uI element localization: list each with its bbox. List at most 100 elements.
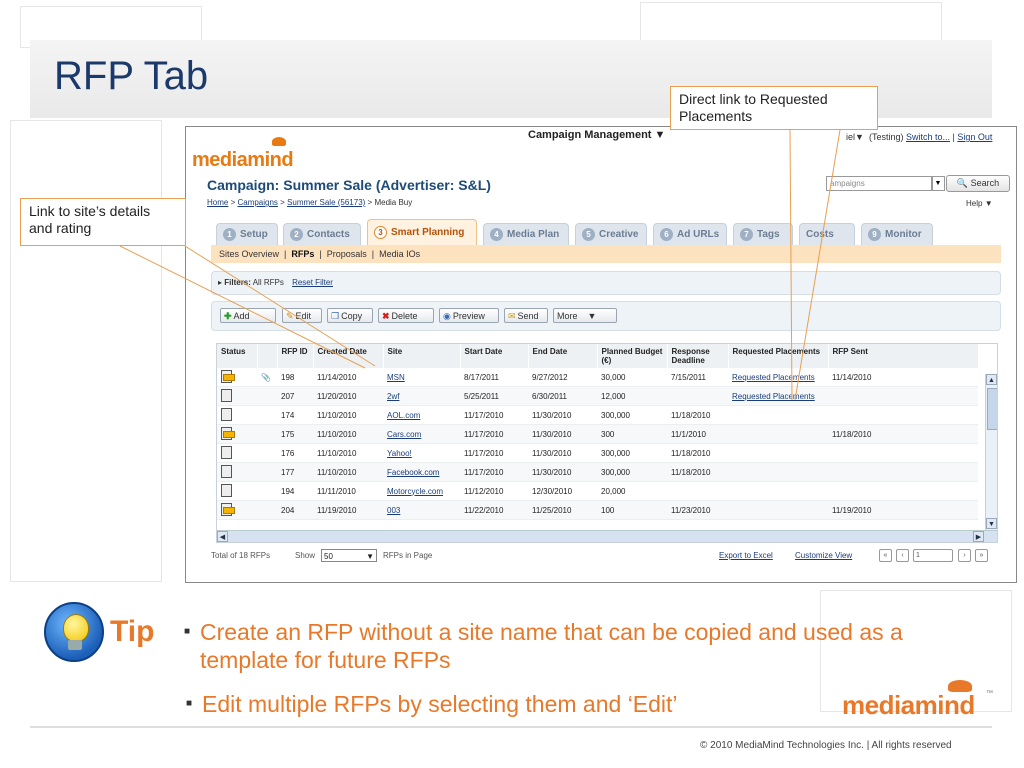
previous-page-icon[interactable]: ‹: [896, 549, 909, 562]
customize-view-link[interactable]: Customize View: [795, 545, 852, 567]
scroll-down-icon[interactable]: ▼: [986, 518, 997, 529]
breadcrumb-home[interactable]: Home: [207, 198, 228, 207]
add-button[interactable]: ✚ Add: [220, 308, 276, 323]
tip-label: Tip: [110, 615, 155, 648]
page-size-value: 50: [324, 552, 333, 561]
tip-bullet-text: Create an RFP without a site name that c…: [200, 619, 903, 673]
help-menu[interactable]: Help ▼: [966, 199, 993, 208]
site-link[interactable]: Yahoo!: [383, 443, 460, 463]
tab-setup[interactable]: 1 Setup: [216, 223, 278, 245]
site-link[interactable]: Facebook.com: [383, 462, 460, 482]
column-header-requested-placements[interactable]: Requested Placements: [728, 344, 829, 368]
next-page-icon[interactable]: ›: [958, 549, 971, 562]
site-link[interactable]: AOL.com: [383, 405, 460, 425]
requested-placements-link[interactable]: Requested Placements: [728, 386, 828, 406]
breadcrumb-campaigns[interactable]: Campaigns: [237, 198, 277, 207]
requested-placements-link[interactable]: [728, 405, 828, 425]
export-to-excel-link[interactable]: Export to Excel: [719, 545, 773, 567]
site-link[interactable]: 2wf: [383, 386, 460, 406]
column-header-start-date[interactable]: Start Date: [460, 344, 529, 368]
bullet-square-icon: ■: [184, 626, 191, 637]
subnav-media-ios[interactable]: Media IOs: [379, 249, 420, 259]
copy-button[interactable]: ❐ Copy: [327, 308, 373, 323]
send-button[interactable]: ✉ Send: [504, 308, 548, 323]
sub-navigation: Sites Overview | RFPs | Proposals | Medi…: [211, 245, 1001, 263]
subnav-proposals[interactable]: Proposals: [327, 249, 367, 259]
site-link[interactable]: 003: [383, 500, 460, 520]
table-row[interactable]: 📎 198 11/14/2010 MSN 8/17/2011 9/27/2012…: [217, 368, 978, 387]
requested-placements-link[interactable]: [728, 481, 828, 501]
column-header-planned-budget[interactable]: Planned Budget (€): [597, 344, 668, 368]
document-sent-icon: [221, 502, 235, 516]
column-header-response-deadline[interactable]: Response Deadline: [667, 344, 729, 368]
search-button[interactable]: 🔍 Search: [946, 175, 1010, 192]
requested-placements-link[interactable]: [728, 424, 828, 444]
scroll-thumb[interactable]: [987, 388, 997, 430]
end-date-cell: 12/30/2010: [528, 481, 597, 501]
document-icon: [221, 483, 232, 497]
send-label: Send: [517, 311, 539, 321]
tab-tags[interactable]: 7 Tags: [733, 223, 793, 245]
subnav-rfps[interactable]: RFPs: [291, 249, 314, 259]
delete-button[interactable]: ✖ Delete: [378, 308, 434, 323]
scroll-left-icon[interactable]: ◀: [217, 531, 228, 542]
tab-creative[interactable]: 5 Creative: [575, 223, 647, 245]
rfp-id-cell: 204: [277, 500, 313, 520]
requested-placements-link[interactable]: [728, 462, 828, 482]
tab-monitor[interactable]: 9 Monitor: [861, 223, 933, 245]
table-row[interactable]: 174 11/10/2010 AOL.com 11/17/2010 11/30/…: [217, 405, 978, 425]
column-header-end-date[interactable]: End Date: [528, 344, 598, 368]
column-header-site[interactable]: Site: [383, 344, 461, 368]
campaign-management-menu[interactable]: Campaign Management ▼: [528, 129, 665, 141]
preview-button[interactable]: ◉ Preview: [439, 308, 499, 323]
table-row[interactable]: 176 11/10/2010 Yahoo! 11/17/2010 11/30/2…: [217, 443, 978, 463]
start-date-cell: 8/17/2011: [460, 368, 528, 387]
column-header-created-date[interactable]: Created Date: [313, 344, 384, 368]
search-scope-dropdown[interactable]: ▼: [931, 176, 945, 191]
column-header-status[interactable]: Status: [217, 344, 258, 368]
column-header-rfp-id[interactable]: RFP ID: [277, 344, 314, 368]
tab-label: Monitor: [885, 229, 922, 240]
first-page-icon[interactable]: «: [879, 549, 892, 562]
table-row[interactable]: 207 11/20/2010 2wf 5/25/2011 6/30/2011 1…: [217, 386, 978, 406]
site-link[interactable]: MSN: [383, 368, 460, 387]
scroll-right-icon[interactable]: ▶: [973, 531, 984, 542]
created-date-cell: 11/10/2010: [313, 405, 383, 425]
tab-smart-planning[interactable]: 3 Smart Planning: [367, 219, 477, 245]
end-date-cell: 9/27/2012: [528, 368, 597, 387]
requested-placements-link[interactable]: Requested Placements: [728, 368, 828, 387]
tab-costs[interactable]: Costs: [799, 223, 855, 245]
page-size-select[interactable]: 50 ▼: [321, 549, 377, 562]
table-row[interactable]: 194 11/11/2010 Motorcycle.com 11/12/2010…: [217, 481, 978, 501]
delete-x-icon: ✖: [382, 311, 390, 321]
tab-ad-urls[interactable]: 6 Ad URLs: [653, 223, 727, 245]
table-row[interactable]: 204 11/19/2010 003 11/22/2010 11/25/2010…: [217, 500, 978, 520]
breadcrumb-campaign[interactable]: Summer Sale (56173): [287, 198, 365, 207]
vertical-scrollbar[interactable]: ▲ ▼: [985, 374, 997, 530]
attachment-cell: [257, 386, 277, 406]
edit-button[interactable]: ✎ Edit: [282, 308, 322, 323]
column-header-rfp-sent[interactable]: RFP Sent: [828, 344, 979, 368]
subnav-sites-overview[interactable]: Sites Overview: [219, 249, 279, 259]
table-row[interactable]: 175 11/10/2010 Cars.com 11/17/2010 11/30…: [217, 424, 978, 444]
scroll-up-icon[interactable]: ▲: [986, 374, 997, 385]
switch-to-link[interactable]: Switch to...: [906, 132, 950, 142]
horizontal-scrollbar[interactable]: ◀ ▶: [217, 530, 997, 542]
tab-contacts[interactable]: 2 Contacts: [283, 223, 361, 245]
sign-out-link[interactable]: Sign Out: [957, 132, 992, 142]
page-number-select[interactable]: 1: [913, 549, 953, 562]
expand-arrow-icon[interactable]: ▸: [218, 278, 222, 287]
paperclip-icon[interactable]: 📎: [261, 373, 271, 382]
requested-placements-link[interactable]: [728, 443, 828, 463]
search-scope-input[interactable]: ampaigns: [826, 176, 933, 191]
site-link[interactable]: Cars.com: [383, 424, 460, 444]
search-button-label: Search: [970, 178, 1000, 188]
tab-media-plan[interactable]: 4 Media Plan: [483, 223, 569, 245]
tab-label: Creative: [599, 229, 639, 240]
more-dropdown[interactable]: More ▼: [553, 308, 617, 323]
table-row[interactable]: 177 11/10/2010 Facebook.com 11/17/2010 1…: [217, 462, 978, 482]
last-page-icon[interactable]: »: [975, 549, 988, 562]
reset-filter-link[interactable]: Reset Filter: [292, 278, 333, 287]
requested-placements-link[interactable]: [728, 500, 828, 520]
site-link[interactable]: Motorcycle.com: [383, 481, 460, 501]
